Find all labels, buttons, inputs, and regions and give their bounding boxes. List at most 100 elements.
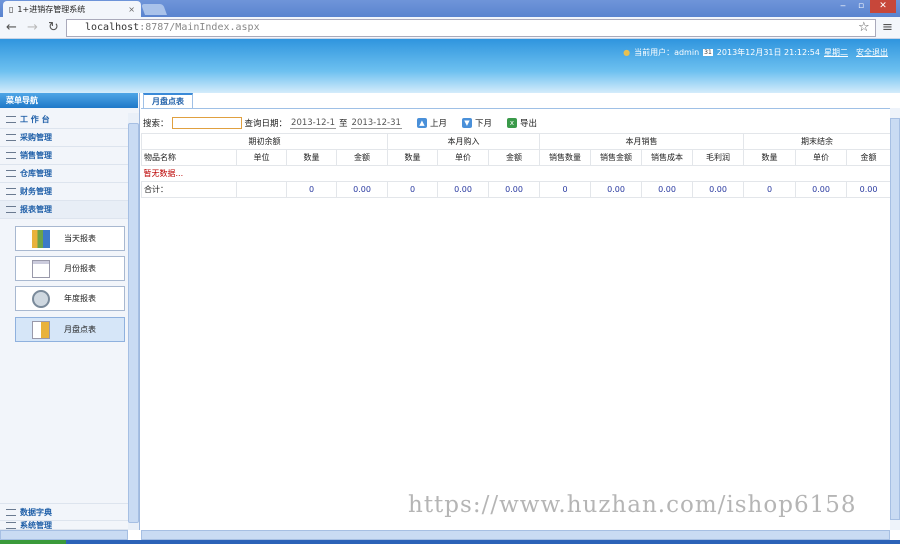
logout-link[interactable]: 安全退出 <box>856 47 888 58</box>
sidebar-item-label: 报表管理 <box>20 205 52 214</box>
address-bar[interactable]: localhost:8787/MainIndex.aspx <box>66 19 876 37</box>
browser-toolbar: ← → ↻ localhost:8787/MainIndex.aspx ☆ ≡ <box>0 17 900 39</box>
export-button[interactable]: x 导出 <box>506 117 537 129</box>
search-input[interactable] <box>171 117 242 129</box>
group-header: 期末结余 <box>743 133 892 150</box>
tab-title: 1+进销存管理系统 <box>17 4 86 14</box>
weekday: 星期二 <box>824 48 848 57</box>
date-separator: 至 <box>339 119 348 129</box>
column-header: 单价 <box>437 149 489 166</box>
report-monthly[interactable]: 月份报表 <box>15 256 125 281</box>
bar-chart-icon <box>32 229 50 248</box>
menu-icon[interactable]: ≡ <box>882 20 893 35</box>
main-panel: 月盘点表 搜索： 查询日期： 2013-12-1 至 2013-12-31 ▲ 上… <box>141 93 892 530</box>
page-icon: ▯ <box>9 4 14 14</box>
taskbar-strip <box>0 540 900 544</box>
calendar-icon: 31 <box>703 49 713 56</box>
magnifier-icon <box>32 289 50 308</box>
new-tab-button[interactable] <box>140 4 168 15</box>
total-cell: 0 <box>286 181 337 198</box>
column-header-row: 物品名称 单位 数量 金额 数量 单价 金额 销售数量 销售金额 销售成本 毛利润 数量 单价 金额 <box>141 149 892 166</box>
arrow-down-icon: ▼ <box>461 118 472 128</box>
report-daily[interactable]: 当天报表 <box>15 226 125 251</box>
total-cell: 0.00 <box>336 181 388 198</box>
menu-item-icon <box>6 521 16 529</box>
scrollbar-thumb[interactable] <box>128 123 139 523</box>
sidebar-item-label: 系统管理 <box>20 521 52 530</box>
forward-icon[interactable]: → <box>27 20 38 35</box>
scrollbar-thumb[interactable] <box>890 118 900 520</box>
user-info: ● 当前用户：admin 31 2013年12月31日 21:12:54 星期二… <box>623 47 888 58</box>
table-report-icon <box>32 259 50 278</box>
total-cell <box>236 181 287 198</box>
date-from-input[interactable]: 2013-12-1 <box>290 118 337 129</box>
report-monthly-inventory[interactable]: 月盘点表 <box>15 317 125 342</box>
main-horizontal-scrollbar[interactable] <box>141 530 890 540</box>
sidebar-item-purchase[interactable]: 采购管理 <box>0 129 128 147</box>
report-label: 月份报表 <box>64 264 96 273</box>
menu-item-icon <box>6 116 16 123</box>
sidebar-item-label: 销售管理 <box>20 151 52 160</box>
sidebar-item-warehouse[interactable]: 仓库管理 <box>0 165 128 183</box>
prev-month-button[interactable]: ▲ 上月 <box>416 117 447 129</box>
column-header: 金额 <box>846 149 892 166</box>
datetime: 2013年12月31日 21:12:54 <box>716 48 820 57</box>
sidebar-item-label: 仓库管理 <box>20 169 52 178</box>
button-label: 上月 <box>429 119 447 129</box>
main-vertical-scrollbar[interactable] <box>890 108 900 530</box>
column-header: 单价 <box>795 149 848 166</box>
column-header: 数量 <box>286 149 337 166</box>
browser-tab-bar: ▯ 1+进销存管理系统 × ‒ ▫ ✕ <box>0 0 900 17</box>
sidebar: 菜单导航 工 作 台 采购管理 销售管理 仓库管理 财务管理 报表管理 当天报表… <box>0 93 140 530</box>
column-header: 毛利润 <box>692 149 745 166</box>
sidebar-item-dictionary[interactable]: 数据字典 <box>0 503 128 521</box>
bookmark-star-icon[interactable]: ☆ <box>858 20 870 35</box>
menu-item-icon <box>6 134 16 141</box>
column-header: 销售金额 <box>590 149 643 166</box>
filter-toolbar: 搜索： 查询日期： 2013-12-1 至 2013-12-31 ▲ 上月 ▼ 下月… <box>143 116 537 130</box>
next-month-button[interactable]: ▼ 下月 <box>461 117 492 129</box>
total-cell: 0.00 <box>692 181 745 198</box>
sidebar-horizontal-scrollbar[interactable] <box>0 530 128 540</box>
sidebar-item-sales[interactable]: 销售管理 <box>0 147 128 165</box>
inventory-table: 期初余额 本月购入 本月销售 期末结余 物品名称 单位 数量 金额 数量 单价 金额 销售数量… <box>141 133 892 198</box>
browser-tab[interactable]: ▯ 1+进销存管理系统 × <box>3 1 141 17</box>
reload-icon[interactable]: ↻ <box>48 20 59 35</box>
column-header: 金额 <box>487 149 541 166</box>
date-to-input[interactable]: 2013-12-31 <box>350 118 402 129</box>
maximize-button[interactable]: ▫ <box>852 0 870 13</box>
total-cell: 0 <box>743 181 797 198</box>
total-cell: 0.00 <box>846 181 892 198</box>
button-label: 下月 <box>474 119 492 129</box>
sidebar-title: 菜单导航 <box>0 93 138 108</box>
no-data-message: 暂无数据... <box>141 165 891 182</box>
back-icon[interactable]: ← <box>6 20 17 35</box>
watermark: https://www.huzhan.com/ishop6158 <box>408 492 857 518</box>
sidebar-item-finance[interactable]: 财务管理 <box>0 183 128 201</box>
menu-item-icon <box>6 170 16 177</box>
group-header: 本月购入 <box>386 133 541 150</box>
sidebar-item-label: 采购管理 <box>20 133 52 142</box>
total-cell: 0 <box>539 181 592 198</box>
date-label: 查询日期： <box>244 119 288 129</box>
sidebar-item-workbench[interactable]: 工 作 台 <box>0 111 128 129</box>
sidebar-item-label: 工 作 台 <box>20 115 50 124</box>
report-yearly[interactable]: 年度报表 <box>15 286 125 311</box>
close-button[interactable]: ✕ <box>870 0 896 13</box>
button-label: 导出 <box>519 119 537 129</box>
sidebar-scrollbar[interactable] <box>128 113 139 530</box>
tab-monthly-inventory[interactable]: 月盘点表 <box>143 93 193 109</box>
minimize-button[interactable]: ‒ <box>834 0 852 13</box>
total-row: 合计： 0 0.00 0 0.00 0.00 0 0.00 0.00 0.00 0 0.00 0.00 <box>141 181 892 198</box>
tab-close-icon[interactable]: × <box>128 5 135 14</box>
column-header: 销售数量 <box>539 149 592 166</box>
total-cell: 0.00 <box>795 181 848 198</box>
total-cell: 0.00 <box>437 181 489 198</box>
report-label: 当天报表 <box>64 234 96 243</box>
column-header: 单位 <box>236 149 287 166</box>
total-cell: 0.00 <box>641 181 694 198</box>
total-cell: 0 <box>387 181 438 198</box>
sidebar-item-system[interactable]: 系统管理 <box>0 521 128 530</box>
total-cell: 0.00 <box>487 181 541 198</box>
sidebar-item-reports[interactable]: 报表管理 <box>0 201 128 219</box>
